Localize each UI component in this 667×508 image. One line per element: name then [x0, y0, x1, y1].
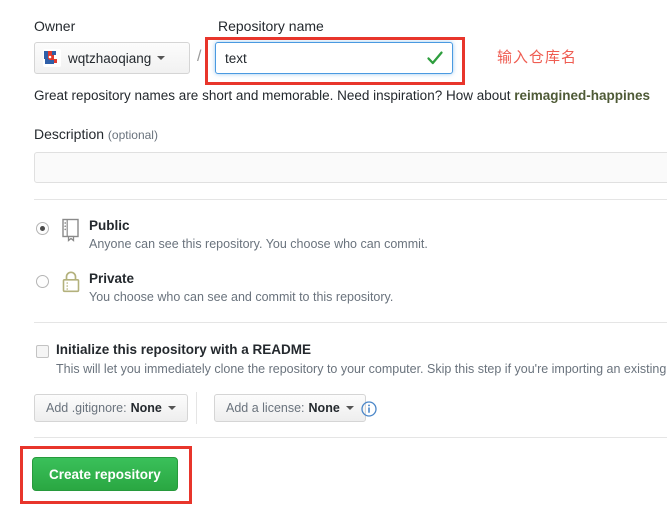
readme-description: This will let you immediately clone the …: [56, 362, 667, 376]
description-input[interactable]: [34, 152, 667, 183]
license-value: None: [308, 401, 340, 415]
create-repository-button[interactable]: Create repository: [32, 457, 178, 491]
repo-book-icon: [60, 218, 82, 242]
create-repository-form: Owner Repository name wqtzhaoqiang / tex…: [0, 0, 667, 508]
lock-icon: [60, 271, 82, 295]
owner-name: wqtzhaoqiang: [68, 50, 152, 66]
chevron-down-icon: [157, 56, 166, 60]
description-label-text: Description: [34, 126, 105, 142]
radio-private[interactable]: [36, 275, 49, 288]
repository-name-label: Repository name: [218, 18, 324, 34]
visibility-private-title: Private: [89, 271, 135, 286]
readme-checkbox[interactable]: [36, 345, 49, 358]
owner-dropdown[interactable]: wqtzhaoqiang: [34, 42, 190, 74]
user-avatar-icon: [43, 49, 61, 67]
description-optional-text: (optional): [107, 128, 158, 142]
hint-text: Great repository names are short and mem…: [34, 88, 515, 103]
divider-middle: [34, 322, 667, 323]
visibility-private-description: You choose who can see and commit to thi…: [89, 290, 394, 304]
annotation-label-repository-name: 输入仓库名: [497, 49, 578, 66]
info-circle-icon[interactable]: [361, 401, 377, 417]
dropdown-separator: [196, 392, 197, 424]
chevron-down-icon: [167, 406, 176, 410]
gitignore-label: Add .gitignore:: [46, 401, 127, 415]
suggested-name-link[interactable]: reimagined-happines: [514, 88, 650, 103]
radio-public[interactable]: [36, 222, 49, 235]
owner-repo-separator: /: [197, 48, 202, 65]
divider-bottom: [34, 437, 667, 438]
field-label-row: Owner Repository name: [34, 18, 667, 38]
description-label: Description (optional): [34, 126, 158, 142]
repository-identity-row: Owner Repository name wqtzhaoqiang / tex…: [34, 18, 667, 74]
chevron-down-icon: [345, 406, 354, 410]
repository-name-hint: Great repository names are short and mem…: [34, 88, 650, 103]
divider-top: [34, 199, 667, 200]
license-dropdown[interactable]: Add a license: None: [214, 394, 366, 422]
readme-title: Initialize this repository with a README: [56, 342, 312, 357]
gitignore-dropdown[interactable]: Add .gitignore: None: [34, 394, 188, 422]
repository-name-field-wrap: [215, 42, 453, 74]
gitignore-value: None: [130, 401, 162, 415]
owner-label: Owner: [34, 18, 76, 34]
repository-name-input[interactable]: [215, 42, 453, 74]
visibility-public-title: Public: [89, 218, 130, 233]
license-label: Add a license:: [226, 401, 305, 415]
visibility-public-description: Anyone can see this repository. You choo…: [89, 237, 428, 251]
